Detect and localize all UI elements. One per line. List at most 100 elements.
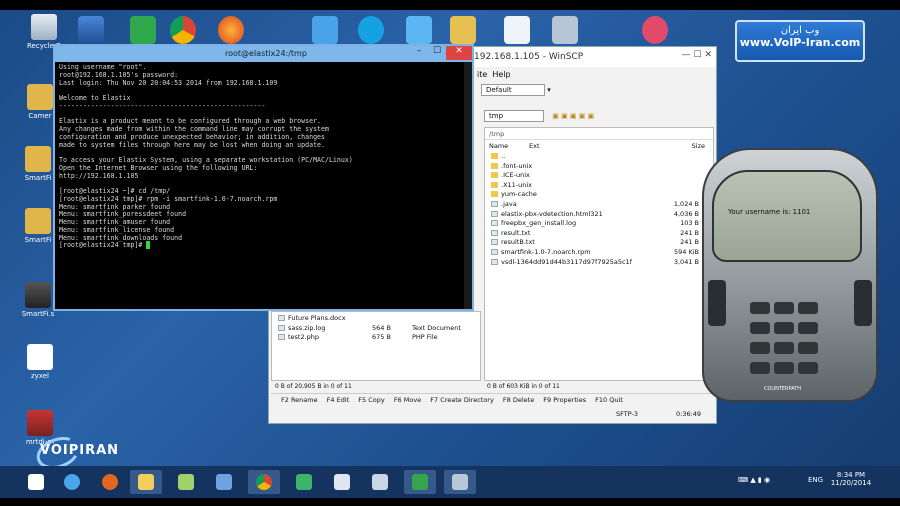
- quit-button[interactable]: F10 Quit: [595, 396, 623, 404]
- key[interactable]: [798, 342, 818, 354]
- taskbar-zyxel[interactable]: [326, 470, 358, 494]
- file-row[interactable]: .X11-unix: [485, 181, 713, 191]
- col-name[interactable]: Name: [489, 142, 508, 150]
- folder-icon: [491, 181, 498, 188]
- top-letterbox: [0, 0, 900, 10]
- app-icon[interactable]: [552, 16, 578, 44]
- session-dropdown-icon[interactable]: ▾: [547, 86, 551, 94]
- menu-item[interactable]: ite: [477, 70, 487, 79]
- app-icon: [372, 474, 388, 490]
- curve-icon[interactable]: [504, 16, 530, 44]
- col-ext[interactable]: Ext: [529, 142, 540, 150]
- monitor-icon[interactable]: [78, 16, 104, 44]
- file-row[interactable]: vsdl-1364dd91d44b3117d97f7925a5c1f 3,041 …: [485, 258, 713, 268]
- file-row[interactable]: .ICE-unix: [485, 171, 713, 181]
- edit-button[interactable]: F4 Edit: [327, 396, 350, 404]
- language-indicator[interactable]: ENG: [808, 476, 823, 484]
- key[interactable]: [798, 362, 818, 374]
- key[interactable]: [750, 342, 770, 354]
- key[interactable]: [798, 322, 818, 334]
- properties-button[interactable]: F9 Properties: [543, 396, 586, 404]
- putty-terminal-window[interactable]: root@elastix24:/tmp – ☐ ✕ Using username "…: [53, 44, 474, 311]
- zyxel-desktop-icon[interactable]: zyxel: [18, 344, 62, 380]
- up-folder-icon: [491, 153, 498, 159]
- file-row[interactable]: result.txt 241 B: [485, 229, 713, 239]
- key[interactable]: [750, 362, 770, 374]
- local-status: 0 B of 20,905 B in 0 of 11: [275, 383, 352, 390]
- taskbar-chrome[interactable]: [248, 470, 280, 494]
- file-row[interactable]: yum-cache: [485, 190, 713, 200]
- taskbar-firefox[interactable]: [94, 470, 126, 494]
- session-select[interactable]: Default: [481, 84, 545, 96]
- taskbar-putty[interactable]: [444, 470, 476, 494]
- file-icon: [491, 239, 498, 246]
- taskbar-elastix[interactable]: [404, 470, 436, 494]
- col-size[interactable]: Size: [692, 142, 705, 150]
- phone-left-controls[interactable]: [708, 280, 726, 326]
- protocol-label: SFTP-3: [616, 410, 638, 418]
- taskbar-monitor[interactable]: [208, 470, 240, 494]
- close-button[interactable]: ✕: [446, 46, 472, 60]
- key[interactable]: [774, 362, 794, 374]
- terminal-scrollbar[interactable]: [464, 62, 472, 309]
- file-row[interactable]: test2.php 675 B PHP File: [272, 333, 480, 343]
- start-button[interactable]: [20, 470, 52, 494]
- skype-icon[interactable]: [358, 16, 384, 44]
- taskbar-clock[interactable]: 8:34 PM 11/20/2014: [826, 471, 876, 487]
- phone-right-controls[interactable]: [854, 280, 872, 326]
- terminal-output[interactable]: Using username "root". root@192.168.1.10…: [55, 62, 472, 252]
- file-row[interactable]: resultB.txt 241 B: [485, 238, 713, 248]
- folder-nav-icons[interactable]: ▣ ▣ ▣ ▣ ▣: [552, 112, 594, 120]
- remote-dir-select[interactable]: tmp: [484, 110, 544, 122]
- phone-keypad[interactable]: [748, 300, 824, 380]
- file-row[interactable]: freepbx_gen_install.log 103 B: [485, 219, 713, 229]
- green-app-icon[interactable]: [130, 16, 156, 44]
- tray-icons[interactable]: ⌨ ▲ ▮ ◉: [738, 476, 770, 484]
- remote-status: 0 B of 603 KiB in 0 of 11: [487, 383, 560, 390]
- menu-item-help[interactable]: Help: [492, 70, 510, 79]
- copy-button[interactable]: F5 Copy: [358, 396, 384, 404]
- key[interactable]: [798, 302, 818, 314]
- terminal-titlebar[interactable]: root@elastix24:/tmp – ☐ ✕: [55, 46, 472, 62]
- network-icon[interactable]: [312, 16, 338, 44]
- local-file-panel[interactable]: Future Plans.docx sass.zip.log 564 B Text …: [271, 311, 481, 381]
- file-row[interactable]: .font-unix: [485, 162, 713, 172]
- file-icon: [491, 210, 498, 217]
- file-row[interactable]: Future Plans.docx: [272, 314, 480, 324]
- key[interactable]: [774, 342, 794, 354]
- ie-icon[interactable]: [406, 16, 432, 44]
- taskbar-recycle[interactable]: [288, 470, 320, 494]
- maximize-button[interactable]: ☐: [428, 46, 446, 60]
- taskbar-explorer[interactable]: [130, 470, 162, 494]
- delete-button[interactable]: F8 Delete: [503, 396, 534, 404]
- file-row[interactable]: smartfink-1.0-7.noarch.rpm 594 KiB: [485, 248, 713, 258]
- file-icon: [491, 229, 498, 236]
- key[interactable]: [774, 302, 794, 314]
- firefox-icon: [102, 474, 118, 490]
- folder-icon: [27, 84, 53, 110]
- rename-button[interactable]: F2 Rename: [281, 396, 318, 404]
- chrome-icon[interactable]: [170, 16, 196, 44]
- key[interactable]: [750, 302, 770, 314]
- file-row[interactable]: .java 1,024 B: [485, 200, 713, 210]
- remote-file-panel[interactable]: /tmp Name Ext Size .. .font-unix .ICE-un…: [484, 127, 714, 381]
- firefox-icon[interactable]: [218, 16, 244, 44]
- app-icon[interactable]: [450, 16, 476, 44]
- network-icon: [27, 344, 53, 370]
- minimize-button[interactable]: –: [410, 46, 428, 60]
- key[interactable]: [774, 322, 794, 334]
- softphone-window[interactable]: Your username is: 1101 COUNTERPATH: [702, 148, 878, 402]
- taskbar-ie[interactable]: [56, 470, 88, 494]
- itunes-icon[interactable]: [642, 16, 668, 44]
- key[interactable]: [750, 322, 770, 334]
- taskbar-notepad[interactable]: [170, 470, 202, 494]
- file-row[interactable]: sass.zip.log 564 B Text Document: [272, 324, 480, 334]
- file-row[interactable]: ..: [485, 152, 713, 162]
- window-controls[interactable]: — ☐ ✕: [682, 50, 712, 60]
- file-row[interactable]: elastix-pbx-vdetection.html321 4,036 B: [485, 210, 713, 220]
- taskbar-app[interactable]: [364, 470, 396, 494]
- file-icon: [278, 334, 285, 341]
- move-button[interactable]: F6 Move: [394, 396, 421, 404]
- create-directory-button[interactable]: F7 Create Directory: [430, 396, 494, 404]
- monitor-icon: [216, 474, 232, 490]
